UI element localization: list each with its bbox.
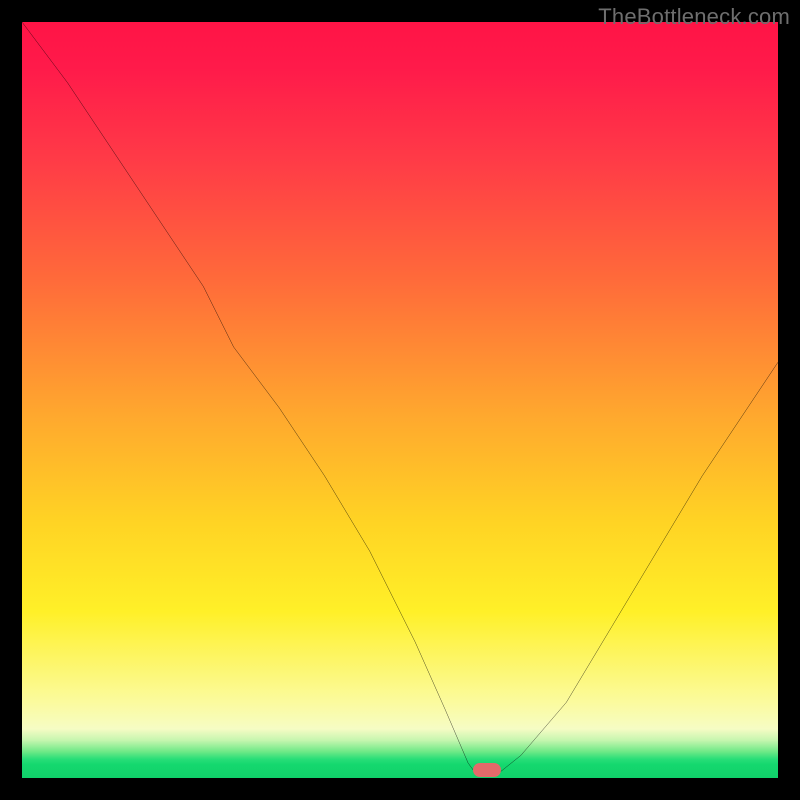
plot-area [22, 22, 778, 778]
chart-stage: TheBottleneck.com [0, 0, 800, 800]
watermark-text: TheBottleneck.com [598, 4, 790, 30]
bottleneck-curve [22, 22, 778, 778]
curve-path [22, 22, 778, 776]
optimal-point-marker [473, 763, 501, 777]
